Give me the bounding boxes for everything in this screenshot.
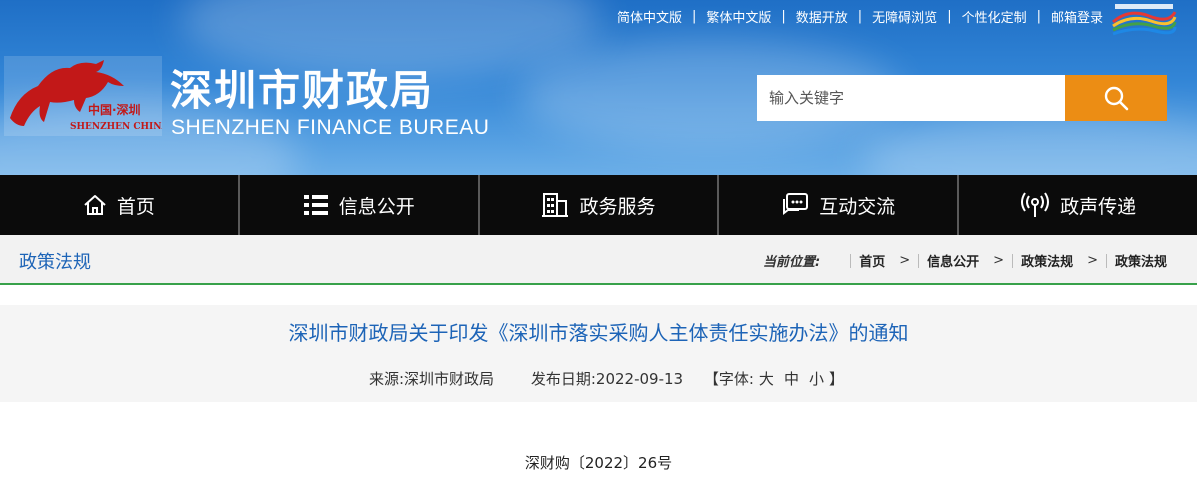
nav-item-broadcast[interactable]: 政声传递 xyxy=(959,175,1197,235)
font-size-controls: 【字体: 大中小】 xyxy=(703,370,844,388)
chat-icon xyxy=(783,193,809,215)
font-size-large[interactable]: 大 xyxy=(759,370,774,388)
breadcrumb-label: 当前位置: xyxy=(763,255,821,270)
breadcrumb: 当前位置: 首页 > 信息公开 > 政策法规 > 政策法规 xyxy=(763,251,1167,270)
broadcast-icon xyxy=(1021,192,1050,217)
article-title: 深圳市财政局关于印发《深圳市落实采购人主体责任实施办法》的通知 xyxy=(288,321,909,345)
nav-item-home[interactable]: 首页 xyxy=(0,175,240,235)
search-icon xyxy=(1104,86,1129,111)
nav-item-info-disclosure[interactable]: 信息公开 xyxy=(240,175,480,235)
section-title[interactable]: 政策法规 xyxy=(19,248,91,274)
site-subtitle: SHENZHEN FINANCE BUREAU xyxy=(171,116,490,139)
chevron-right-icon: > xyxy=(1087,253,1098,268)
breadcrumb-info-disclosure[interactable]: 信息公开 xyxy=(927,251,979,270)
universiade-logo-icon[interactable] xyxy=(1109,2,1179,38)
link-personalize[interactable]: 个性化定制 xyxy=(962,7,1027,26)
nav-item-gov-services[interactable]: 政务服务 xyxy=(480,175,720,235)
font-size-medium[interactable]: 中 xyxy=(784,370,799,388)
article-source: 来源:深圳市财政局 xyxy=(369,370,495,388)
main-nav: 首页 信息公开 政务服务 互动交流 政声传递 xyxy=(0,175,1197,235)
site-header: 简体中文版 | 繁体中文版 | 数据开放 | 无障碍浏览 | 个性化定制 | 邮… xyxy=(0,0,1197,175)
breadcrumb-policy-current[interactable]: 政策法规 xyxy=(1115,251,1167,270)
nav-item-label: 信息公开 xyxy=(338,195,415,218)
font-size-small[interactable]: 小 xyxy=(809,370,824,388)
link-traditional-chinese[interactable]: 繁体中文版 xyxy=(706,7,771,26)
svg-text:SHENZHEN CHINA: SHENZHEN CHINA xyxy=(70,122,162,132)
nav-item-label: 政声传递 xyxy=(1060,195,1137,218)
nav-item-label: 互动交流 xyxy=(819,195,896,218)
link-accessibility[interactable]: 无障碍浏览 xyxy=(872,7,937,26)
link-mail-login[interactable]: 邮箱登录 xyxy=(1051,7,1103,26)
article-date: 发布日期:2022-09-13 xyxy=(530,370,684,388)
chevron-right-icon: > xyxy=(993,253,1005,268)
search-input[interactable] xyxy=(757,75,1065,121)
nav-item-interaction[interactable]: 互动交流 xyxy=(719,175,960,235)
chevron-right-icon: > xyxy=(899,253,911,268)
breadcrumb-policy[interactable]: 政策法规 xyxy=(1021,251,1073,270)
breadcrumb-bar: 政策法规 当前位置: 首页 > 信息公开 > 政策法规 > 政策法规 xyxy=(0,235,1197,285)
nav-item-label: 首页 xyxy=(116,195,155,218)
list-icon xyxy=(303,195,328,215)
article-header: 深圳市财政局关于印发《深圳市落实采购人主体责任实施办法》的通知 来源:深圳市财政… xyxy=(0,305,1197,402)
shenzhen-bull-logo-icon[interactable]: 中国·深圳 SHENZHEN CHINA xyxy=(4,56,162,136)
document-number: 深财购〔2022〕26号 xyxy=(524,454,673,472)
site-title[interactable]: 深圳市财政局 xyxy=(170,66,434,116)
home-icon xyxy=(84,195,106,215)
link-open-data[interactable]: 数据开放 xyxy=(796,7,848,26)
top-links: 简体中文版 | 繁体中文版 | 数据开放 | 无障碍浏览 | 个性化定制 | 邮… xyxy=(616,7,1103,26)
search-button[interactable] xyxy=(1065,75,1167,121)
breadcrumb-home[interactable]: 首页 xyxy=(859,251,885,270)
article-meta: 来源:深圳市财政局 发布日期:2022-09-13 【字体: 大中小】 xyxy=(0,368,1197,389)
nav-item-label: 政务服务 xyxy=(579,195,656,218)
svg-text:中国·深圳: 中国·深圳 xyxy=(88,102,141,117)
link-simplified-chinese[interactable]: 简体中文版 xyxy=(617,7,682,26)
building-icon xyxy=(542,193,569,217)
